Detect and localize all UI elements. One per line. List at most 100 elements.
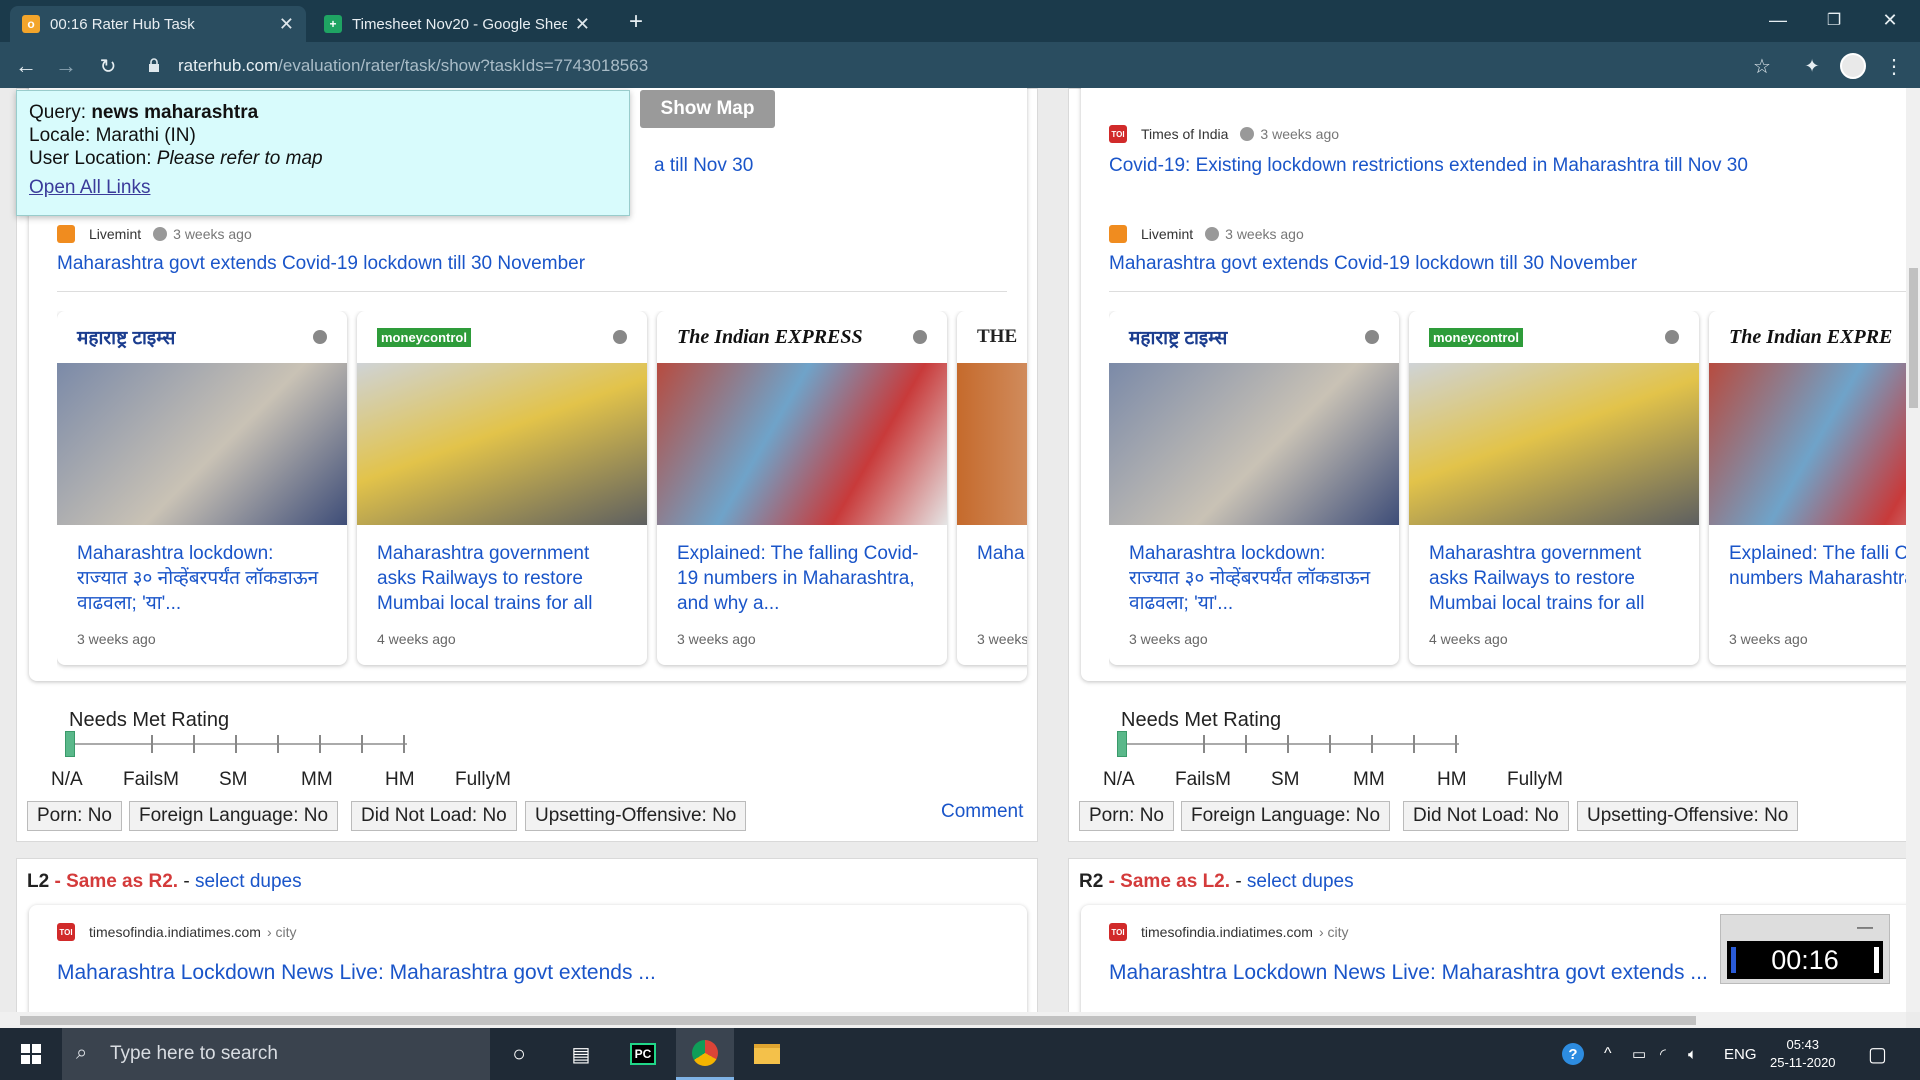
- porn-flag-button[interactable]: Porn: No: [27, 801, 122, 831]
- slider-handle[interactable]: [65, 731, 75, 757]
- times-of-india-logo-icon: TOI: [1109, 923, 1127, 941]
- tab-rater-hub[interactable]: o 00:16 Rater Hub Task ✕: [10, 6, 306, 42]
- task-view-icon[interactable]: ▤: [552, 1028, 610, 1080]
- info-icon: [1205, 227, 1220, 241]
- needs-met-rating-title: Needs Met Rating: [1121, 709, 1282, 731]
- foreign-language-flag-button[interactable]: Foreign Language: No: [1181, 801, 1391, 831]
- bookmark-star-icon[interactable]: ☆: [1746, 50, 1778, 82]
- news-card[interactable]: The Indian EXPRE Explained: The falli Co…: [1709, 311, 1906, 665]
- tab-label: 00:16 Rater Hub Task: [50, 15, 195, 33]
- cortana-circle-icon[interactable]: ○: [490, 1028, 548, 1080]
- close-tab-icon[interactable]: ✕: [279, 14, 294, 35]
- user-location-label: User Location:: [29, 148, 152, 169]
- volume-icon[interactable]: 🔈︎: [1688, 1028, 1697, 1080]
- more-options-icon[interactable]: [613, 330, 627, 344]
- battery-icon[interactable]: ▭: [1632, 1028, 1646, 1080]
- query-label: Query:: [29, 102, 87, 123]
- browser-menu-icon[interactable]: ⋮: [1878, 50, 1910, 82]
- separator: -: [183, 871, 190, 892]
- notifications-icon[interactable]: ▢: [1868, 1028, 1887, 1080]
- windows-start-icon[interactable]: [2, 1028, 60, 1080]
- more-options-icon[interactable]: [1365, 330, 1379, 344]
- query-value: news maharashtra: [91, 102, 259, 123]
- r2-result-link[interactable]: Maharashtra Lockdown News Live: Maharash…: [1109, 961, 1708, 985]
- news-card[interactable]: moneycontrol Maharashtra government asks…: [1409, 311, 1699, 665]
- select-dupes-link[interactable]: select dupes: [195, 871, 302, 892]
- vertical-scrollbar[interactable]: [1906, 88, 1920, 1012]
- forward-arrow-icon[interactable]: →: [50, 50, 82, 82]
- open-all-links-link[interactable]: Open All Links: [29, 177, 150, 198]
- right-top-story-link[interactable]: Covid-19: Existing lockdown restrictions…: [1109, 155, 1748, 177]
- show-map-button[interactable]: Show Map: [640, 90, 775, 128]
- search-icon: ⌕: [76, 1042, 88, 1064]
- publisher-name: moneycontrol: [377, 327, 471, 347]
- news-card[interactable]: The Indian EXPRESS Explained: The fallin…: [657, 311, 947, 665]
- profile-avatar[interactable]: [1840, 53, 1866, 79]
- new-tab-plus-icon[interactable]: +: [608, 2, 664, 42]
- left-source-row: Livemint 3 weeks ago: [57, 225, 252, 243]
- publisher-name: The Indian EXPRE: [1729, 325, 1893, 348]
- more-options-icon[interactable]: [1665, 330, 1679, 344]
- back-arrow-icon[interactable]: ←: [10, 50, 42, 82]
- horizontal-scroll-thumb[interactable]: [20, 1016, 1696, 1025]
- did-not-load-flag-button[interactable]: Did Not Load: No: [1403, 801, 1569, 831]
- news-title: Maharashtra government asks Railways to …: [377, 543, 593, 614]
- chrome-app-icon[interactable]: [676, 1028, 734, 1080]
- news-title: Explained: The falling Covid-19 numbers …: [677, 543, 919, 614]
- upsetting-offensive-flag-button[interactable]: Upsetting-Offensive: No: [525, 801, 747, 831]
- left-top-stories-carousel: महाराष्ट्र टाइम्स Maharashtra lockdown: …: [57, 311, 1027, 681]
- scale-label: N/A: [1103, 769, 1135, 790]
- news-thumbnail: [657, 363, 947, 525]
- select-dupes-link[interactable]: select dupes: [1247, 871, 1354, 892]
- upsetting-offensive-flag-button[interactable]: Upsetting-Offensive: No: [1577, 801, 1799, 831]
- pycharm-app-icon[interactable]: PC: [614, 1028, 672, 1080]
- slider-handle[interactable]: [1117, 731, 1127, 757]
- did-not-load-flag-button[interactable]: Did Not Load: No: [351, 801, 517, 831]
- left-top-story-link[interactable]: a till Nov 30: [654, 155, 753, 177]
- news-card[interactable]: THE Maha docto collea 3 weeks: [957, 311, 1027, 665]
- news-card[interactable]: moneycontrol Maharashtra government asks…: [357, 311, 647, 665]
- taskbar-clock[interactable]: 05:43 25-11-2020: [1770, 1028, 1836, 1080]
- news-title: Maha docto collea: [977, 543, 1027, 564]
- foreign-language-flag-button[interactable]: Foreign Language: No: [129, 801, 339, 831]
- show-hidden-icons-chevron-icon[interactable]: ^: [1604, 1028, 1612, 1080]
- porn-flag-button[interactable]: Porn: No: [1079, 801, 1174, 831]
- close-window-icon[interactable]: ✕: [1862, 0, 1918, 40]
- right-result-link[interactable]: Maharashtra govt extends Covid-19 lockdo…: [1109, 253, 1637, 275]
- file-explorer-icon[interactable]: [738, 1028, 796, 1080]
- left-result-link[interactable]: Maharashtra govt extends Covid-19 lockdo…: [57, 253, 585, 275]
- news-card[interactable]: महाराष्ट्र टाइम्स Maharashtra lockdown: …: [57, 311, 347, 665]
- publisher-name: महाराष्ट्र टाइम्स: [1129, 328, 1228, 349]
- info-icon: [153, 227, 168, 241]
- tab-timesheet[interactable]: + Timesheet Nov20 - Google Sheets ✕: [312, 6, 602, 42]
- language-indicator[interactable]: ENG: [1724, 1028, 1757, 1080]
- extensions-puzzle-icon[interactable]: ✦: [1796, 50, 1828, 82]
- scale-label: FailsM: [123, 769, 179, 790]
- restore-window-icon[interactable]: ❐: [1806, 0, 1862, 40]
- l2-result-link[interactable]: Maharashtra Lockdown News Live: Maharash…: [57, 961, 656, 985]
- news-thumbnail: [1409, 363, 1699, 525]
- publisher-name: The Indian EXPRESS: [677, 325, 863, 348]
- more-options-icon[interactable]: [313, 330, 327, 344]
- separator: -: [1235, 871, 1242, 892]
- news-card[interactable]: महाराष्ट्र टाइम्स Maharashtra lockdown: …: [1109, 311, 1399, 665]
- reload-icon[interactable]: ↻: [92, 50, 124, 82]
- wifi-icon[interactable]: ◜: [1660, 1028, 1666, 1080]
- scale-label: FailsM: [1175, 769, 1231, 790]
- news-time: 3 weeks ago: [1129, 631, 1208, 647]
- horizontal-scrollbar[interactable]: [0, 1012, 1906, 1028]
- source-name: Livemint: [89, 226, 142, 242]
- url-field[interactable]: raterhub.com/evaluation/rater/task/show?…: [178, 51, 648, 81]
- info-icon: [1240, 127, 1255, 141]
- taskbar-search-box[interactable]: ⌕ Type here to search: [62, 1028, 490, 1080]
- comment-link[interactable]: Comment: [941, 801, 1023, 823]
- news-title: Maharashtra lockdown: राज्यात ३० नोव्हें…: [1129, 543, 1371, 614]
- help-icon[interactable]: ?: [1562, 1028, 1584, 1080]
- close-tab-icon[interactable]: ✕: [575, 14, 590, 35]
- more-options-icon[interactable]: [913, 330, 927, 344]
- timer-minimize-icon[interactable]: —: [1857, 919, 1873, 937]
- rater-task-page: a till Nov 30 Livemint 3 weeks ago Mahar…: [0, 88, 1906, 1012]
- vertical-scroll-thumb[interactable]: [1909, 268, 1918, 408]
- minimize-window-icon[interactable]: —: [1750, 0, 1806, 40]
- times-of-india-logo-icon: TOI: [57, 923, 75, 941]
